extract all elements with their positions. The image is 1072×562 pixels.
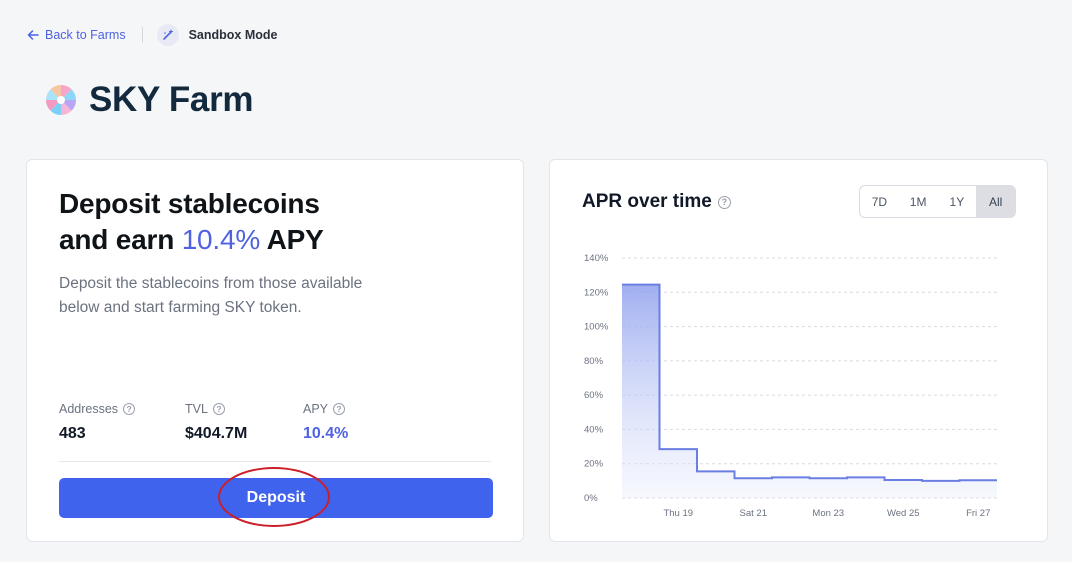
sky-logo [46,85,76,115]
stat-tvl: TVL? $404.7M [185,402,303,443]
apr-chart: 0% 20% 40% 60% 80% 100% 120% 140% Thu 19 Sat 21 Mo… [584,253,997,519]
help-icon[interactable]: ? [212,403,225,415]
divider [59,461,491,462]
y-tick-label: 0% [584,493,598,504]
stat-label: TVL [185,402,208,416]
stat-label: APY [303,402,329,416]
headline-suffix: APY [260,224,324,255]
y-tick-label: 20% [584,459,604,470]
y-tick-label: 120% [584,287,609,298]
back-to-farms-link[interactable]: Back to Farms [27,28,126,42]
help-icon[interactable]: ? [123,403,136,415]
apr-area [622,284,997,498]
page-header: SKY Farm [44,80,254,120]
x-tick-label: Thu 19 [663,508,693,519]
help-icon[interactable]: ? [333,403,346,415]
deposit-card: Deposit stablecoins and earn 10.4% APY D… [26,159,524,542]
y-tick-label: 80% [584,356,604,367]
top-nav: Back to Farms Sandbox Mode [27,24,278,46]
y-tick-label: 100% [584,322,609,333]
headline-line-1: Deposit stablecoins [59,188,320,219]
sandbox-mode-indicator: Sandbox Mode [156,24,278,46]
stat-label: Addresses [59,402,119,416]
stat-apy: APY? 10.4% [303,402,403,443]
stat-addresses: Addresses? 483 [59,402,185,443]
wand-icon [156,24,179,46]
deposit-headline: Deposit stablecoins and earn 10.4% APY [59,186,324,258]
nav-divider [141,27,143,43]
headline-line-2: and earn 10.4% APY [59,222,324,258]
x-tick-label: Wed 25 [887,508,920,519]
headline-apy: 10.4% [181,224,261,255]
apr-chart-card: APR over time? 7D 1M 1Y All 0% 20% 40% 60% 8… [549,159,1048,542]
x-tick-label: Sat 21 [740,508,767,519]
stat-value: 10.4% [303,425,349,442]
y-tick-label: 60% [584,390,604,401]
back-to-farms-label: Back to Farms [45,28,126,42]
page-title: SKY Farm [89,80,254,119]
x-tick-label: Fri 27 [966,508,990,519]
deposit-description: Deposit the stablecoins from those avail… [59,275,363,316]
headline-prefix: and earn [59,224,182,255]
x-tick-label: Mon 23 [812,508,844,519]
arrow-left-icon [27,30,39,40]
y-tick-label: 40% [584,424,604,435]
y-tick-label: 140% [584,253,609,264]
sandbox-mode-label: Sandbox Mode [188,28,278,42]
stat-value: $404.7M [185,425,248,442]
deposit-button[interactable]: Deposit [59,478,493,518]
farm-stats: Addresses? 483 TVL? $404.7M APY? 10.4% [59,402,403,443]
stat-value: 483 [59,425,86,442]
